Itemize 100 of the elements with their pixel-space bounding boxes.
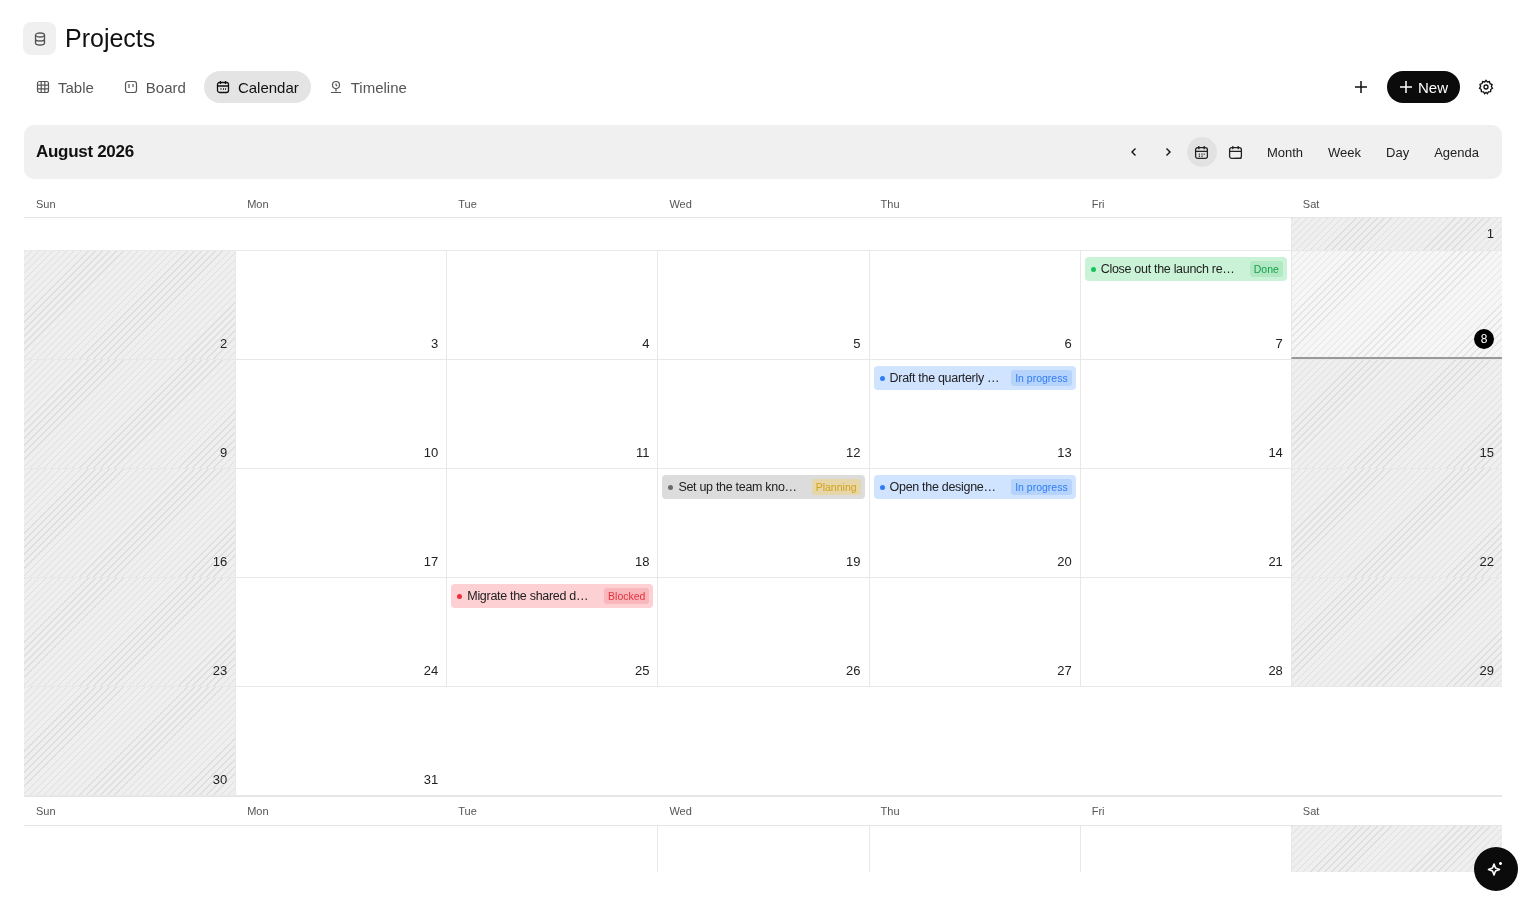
day-number: 6 [1064,336,1072,351]
day-cell[interactable]: Migrate the shared d… Blocked 25 [446,578,658,686]
day-number: 29 [1479,663,1494,678]
day-cell[interactable]: 1 [1290,218,1502,250]
weekday-label: Sun [35,805,57,817]
day-number: 17 [423,554,439,569]
weekday-label: Tue [457,805,478,817]
day-number: 16 [212,554,228,569]
view-option[interactable]: Week [1317,138,1373,166]
day-number: 3 [431,336,439,351]
day-cell[interactable]: 28 [1079,578,1291,686]
view-tab[interactable]: Timeline [316,71,419,103]
day-number: 19 [846,554,861,569]
day-cell[interactable]: 14 [1079,360,1291,468]
day-cell[interactable]: 12 [657,360,869,468]
day-number: 5 [853,336,861,351]
view-tab[interactable]: Calendar [203,71,311,103]
day-number: 26 [846,663,861,678]
event-title: Open the designe… [889,480,997,494]
view-tab[interactable]: Board [111,71,198,103]
day-cell[interactable]: 17 [235,469,447,577]
day-cell[interactable]: 26 [657,578,869,686]
day-number: 31 [423,772,439,787]
day-cell[interactable]: 31 [235,687,447,795]
calendar-icon[interactable] [1186,137,1217,167]
day-cell[interactable]: 5 [657,251,869,359]
new-button[interactable]: New [1387,71,1460,103]
day-cell[interactable]: Set up the team kno… Planning 19 [657,469,869,577]
day-number: 25 [634,663,650,678]
view-option[interactable]: Day [1375,138,1421,166]
day-number: 9 [219,445,228,460]
day-cell[interactable]: 4 [446,251,658,359]
day-cell[interactable]: 18 [446,469,658,577]
day-cell[interactable]: 8 [1290,251,1502,359]
day-number: 4 [642,336,650,351]
event-chip[interactable]: Open the designe… In progress [873,475,1076,499]
plus-icon [1399,80,1413,94]
day-number: 30 [212,772,228,787]
grid-icon [36,80,50,94]
day-number: 13 [1057,445,1072,460]
weekday-label: Wed [668,805,693,817]
day-number: 20 [1057,554,1072,569]
board-icon [123,80,138,94]
weekday-label: Sun [35,198,57,210]
day-cell[interactable]: 11 [446,360,658,468]
day-cell[interactable]: 27 [868,578,1080,686]
day-number: 22 [1479,554,1494,569]
day-number: 27 [1057,663,1072,678]
day-number: 15 [1479,445,1494,460]
event-chip[interactable]: Draft the quarterly … In progress [873,366,1076,390]
day-cell[interactable]: 9 [24,360,236,468]
day-cell[interactable]: 6 [868,251,1080,359]
weekday-label: Wed [668,198,693,210]
sparkle-button[interactable] [1474,847,1518,891]
event-chip[interactable]: Set up the team kno… Planning [662,475,865,499]
weekday-label: Sat [1301,805,1321,817]
day-cell[interactable]: 21 [1079,469,1291,577]
view-option[interactable]: Agenda [1423,138,1490,166]
view-option[interactable]: Month [1255,138,1315,166]
weekday-label: Mon [246,805,270,817]
day-number: 28 [1268,663,1283,678]
day-cell[interactable]: 22 [1290,469,1502,577]
day-number: 14 [1268,445,1283,460]
page-title: Projects [65,24,156,53]
event-title: Set up the team kno… [678,480,798,494]
day-cell[interactable]: 3 [235,251,447,359]
status-tag: Blocked [604,588,650,604]
day-number: 18 [634,554,650,569]
status-tag: Planning [811,479,861,495]
day-cell[interactable]: 15 [1290,360,1502,468]
day-number: 21 [1268,554,1283,569]
day-cell[interactable]: 16 [24,469,236,577]
day-cell[interactable]: Draft the quarterly … In progress 13 [868,360,1080,468]
calendar-icon [215,80,230,94]
day-cell[interactable]: 30 [24,687,236,795]
weekday-label: Sat [1301,198,1321,210]
day-number: 8 [1474,329,1494,349]
day-cell[interactable]: Close out the launch re… Done 7 [1079,251,1291,359]
day-cell[interactable]: 23 [24,578,236,686]
weekday-label: Thu [879,198,901,210]
day-cell[interactable]: 10 [235,360,447,468]
day-number: 2 [219,336,228,351]
weekday-label: Fri [1090,805,1106,817]
weekday-label: Tue [457,198,478,210]
pin-icon [328,80,343,94]
day-cell[interactable]: Open the designe… In progress 20 [868,469,1080,577]
view-tab[interactable]: Table [24,71,106,103]
day-number: 23 [212,663,228,678]
event-chip[interactable]: Close out the launch re… Done [1084,257,1287,281]
event-title: Close out the launch re… [1100,262,1236,276]
day-cell[interactable]: 29 [1290,578,1502,686]
day-number: 7 [1275,336,1283,351]
month-title: August 2026 [36,142,134,162]
event-chip[interactable]: Migrate the shared d… Blocked [451,584,654,608]
day-cell[interactable]: 2 [24,251,236,359]
weekday-label: Thu [879,805,901,817]
status-tag: In progress [1011,370,1072,386]
day-number: 1 [1486,226,1494,241]
event-title: Migrate the shared d… [467,589,590,603]
day-cell[interactable]: 24 [235,578,447,686]
